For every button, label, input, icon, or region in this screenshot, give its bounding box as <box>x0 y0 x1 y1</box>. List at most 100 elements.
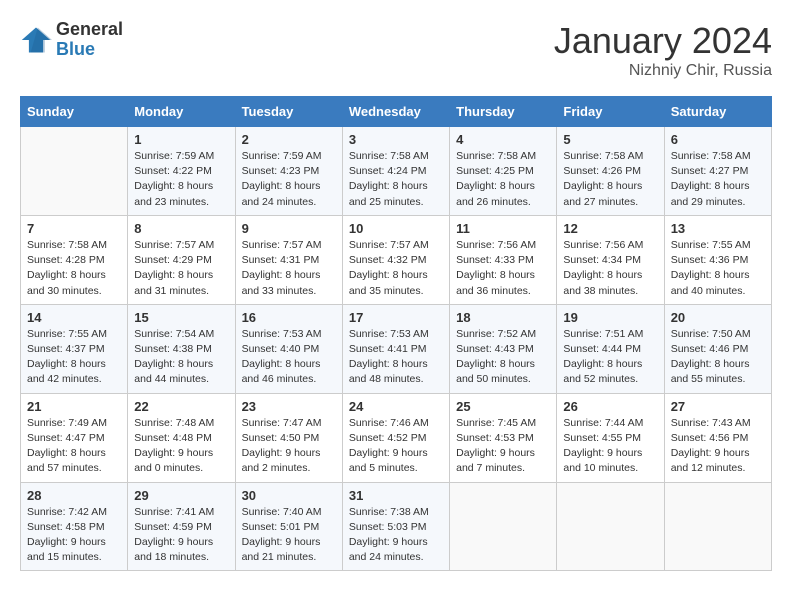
day-number: 16 <box>242 310 336 325</box>
calendar-cell: 29Sunrise: 7:41 AM Sunset: 4:59 PM Dayli… <box>128 482 235 571</box>
day-info: Sunrise: 7:49 AM Sunset: 4:47 PM Dayligh… <box>27 416 121 477</box>
day-info: Sunrise: 7:59 AM Sunset: 4:23 PM Dayligh… <box>242 149 336 210</box>
calendar-cell: 14 Sunrise: 7:55 AM Sunset: 4:37 PM Dayli… <box>21 304 128 393</box>
day-info: Sunrise: 7:55 AM Sunset: 4:36 PM Dayligh… <box>671 238 765 299</box>
day-number: 24 <box>349 399 443 414</box>
day-number: 19 <box>563 310 657 325</box>
calendar-cell: 15Sunrise: 7:54 AM Sunset: 4:38 PM Dayli… <box>128 304 235 393</box>
day-number: 22 <box>134 399 228 414</box>
logo-general: General <box>56 20 123 40</box>
day-number: 23 <box>242 399 336 414</box>
calendar-cell: 28 Sunrise: 7:42 AM Sunset: 4:58 PM Dayli… <box>21 482 128 571</box>
day-number: 20 <box>671 310 765 325</box>
day-number: 12 <box>563 221 657 236</box>
day-info: Sunrise: 7:53 AM Sunset: 4:40 PM Dayligh… <box>242 327 336 388</box>
day-info: Sunrise: 7:58 AM Sunset: 4:28 PM Dayligh… <box>27 238 121 299</box>
calendar-cell <box>664 482 771 571</box>
weekday-header: Wednesday <box>342 97 449 127</box>
weekday-header: Sunday <box>21 97 128 127</box>
day-info: Sunrise: 7:57 AM Sunset: 4:32 PM Dayligh… <box>349 238 443 299</box>
day-info: Sunrise: 7:56 AM Sunset: 4:34 PM Dayligh… <box>563 238 657 299</box>
day-number: 31 <box>349 488 443 503</box>
day-number: 18 <box>456 310 550 325</box>
page-header: General Blue January 2024 Nizhniy Chir, … <box>20 20 772 80</box>
calendar-cell <box>450 482 557 571</box>
day-info: Sunrise: 7:40 AM Sunset: 5:01 PM Dayligh… <box>242 505 336 566</box>
weekday-header: Thursday <box>450 97 557 127</box>
calendar-cell: 3Sunrise: 7:58 AM Sunset: 4:24 PM Daylig… <box>342 127 449 216</box>
weekday-header: Friday <box>557 97 664 127</box>
location: Nizhniy Chir, Russia <box>554 62 772 80</box>
day-info: Sunrise: 7:53 AM Sunset: 4:41 PM Dayligh… <box>349 327 443 388</box>
day-info: Sunrise: 7:52 AM Sunset: 4:43 PM Dayligh… <box>456 327 550 388</box>
calendar-week-row: 21 Sunrise: 7:49 AM Sunset: 4:47 PM Dayli… <box>21 393 772 482</box>
title-block: January 2024 Nizhniy Chir, Russia <box>554 20 772 80</box>
day-number: 8 <box>134 221 228 236</box>
calendar-cell: 19Sunrise: 7:51 AM Sunset: 4:44 PM Dayli… <box>557 304 664 393</box>
calendar-cell: 25 Sunrise: 7:45 AM Sunset: 4:53 PM Dayli… <box>450 393 557 482</box>
calendar-cell: 7 Sunrise: 7:58 AM Sunset: 4:28 PM Daylig… <box>21 215 128 304</box>
day-info: Sunrise: 7:59 AM Sunset: 4:22 PM Dayligh… <box>134 149 228 210</box>
day-info: Sunrise: 7:55 AM Sunset: 4:37 PM Dayligh… <box>27 327 121 388</box>
day-number: 26 <box>563 399 657 414</box>
day-number: 29 <box>134 488 228 503</box>
weekday-header: Tuesday <box>235 97 342 127</box>
day-info: Sunrise: 7:48 AM Sunset: 4:48 PM Dayligh… <box>134 416 228 477</box>
calendar-cell: 21 Sunrise: 7:49 AM Sunset: 4:47 PM Dayli… <box>21 393 128 482</box>
calendar-cell: 1 Sunrise: 7:59 AM Sunset: 4:22 PM Daylig… <box>128 127 235 216</box>
calendar-cell: 12 Sunrise: 7:56 AM Sunset: 4:34 PM Dayli… <box>557 215 664 304</box>
day-number: 15 <box>134 310 228 325</box>
logo: General Blue <box>20 20 123 60</box>
day-number: 21 <box>27 399 121 414</box>
calendar-cell: 20Sunrise: 7:50 AM Sunset: 4:46 PM Dayli… <box>664 304 771 393</box>
calendar-cell: 23 Sunrise: 7:47 AM Sunset: 4:50 PM Dayli… <box>235 393 342 482</box>
day-info: Sunrise: 7:57 AM Sunset: 4:31 PM Dayligh… <box>242 238 336 299</box>
day-number: 7 <box>27 221 121 236</box>
calendar-cell: 30Sunrise: 7:40 AM Sunset: 5:01 PM Dayli… <box>235 482 342 571</box>
day-info: Sunrise: 7:46 AM Sunset: 4:52 PM Dayligh… <box>349 416 443 477</box>
day-number: 11 <box>456 221 550 236</box>
calendar-cell: 18 Sunrise: 7:52 AM Sunset: 4:43 PM Dayli… <box>450 304 557 393</box>
day-number: 10 <box>349 221 443 236</box>
calendar-cell: 13 Sunrise: 7:55 AM Sunset: 4:36 PM Dayli… <box>664 215 771 304</box>
calendar-cell: 8 Sunrise: 7:57 AM Sunset: 4:29 PM Daylig… <box>128 215 235 304</box>
day-info: Sunrise: 7:57 AM Sunset: 4:29 PM Dayligh… <box>134 238 228 299</box>
weekday-header-row: SundayMondayTuesdayWednesdayThursdayFrid… <box>21 97 772 127</box>
calendar-cell: 16 Sunrise: 7:53 AM Sunset: 4:40 PM Dayli… <box>235 304 342 393</box>
day-number: 2 <box>242 132 336 147</box>
calendar-week-row: 1 Sunrise: 7:59 AM Sunset: 4:22 PM Daylig… <box>21 127 772 216</box>
day-number: 28 <box>27 488 121 503</box>
calendar-cell: 2 Sunrise: 7:59 AM Sunset: 4:23 PM Daylig… <box>235 127 342 216</box>
day-number: 5 <box>563 132 657 147</box>
day-info: Sunrise: 7:42 AM Sunset: 4:58 PM Dayligh… <box>27 505 121 566</box>
calendar-week-row: 14 Sunrise: 7:55 AM Sunset: 4:37 PM Dayli… <box>21 304 772 393</box>
calendar-cell <box>21 127 128 216</box>
day-info: Sunrise: 7:58 AM Sunset: 4:27 PM Dayligh… <box>671 149 765 210</box>
day-number: 9 <box>242 221 336 236</box>
calendar-cell: 4Sunrise: 7:58 AM Sunset: 4:25 PM Daylig… <box>450 127 557 216</box>
calendar-cell: 24 Sunrise: 7:46 AM Sunset: 4:52 PM Dayli… <box>342 393 449 482</box>
day-number: 14 <box>27 310 121 325</box>
logo-text: General Blue <box>56 20 123 60</box>
calendar-cell: 27Sunrise: 7:43 AM Sunset: 4:56 PM Dayli… <box>664 393 771 482</box>
calendar-cell: 10 Sunrise: 7:57 AM Sunset: 4:32 PM Dayli… <box>342 215 449 304</box>
day-number: 13 <box>671 221 765 236</box>
day-number: 6 <box>671 132 765 147</box>
calendar-week-row: 28 Sunrise: 7:42 AM Sunset: 4:58 PM Dayli… <box>21 482 772 571</box>
day-info: Sunrise: 7:45 AM Sunset: 4:53 PM Dayligh… <box>456 416 550 477</box>
day-info: Sunrise: 7:58 AM Sunset: 4:24 PM Dayligh… <box>349 149 443 210</box>
day-number: 25 <box>456 399 550 414</box>
day-info: Sunrise: 7:43 AM Sunset: 4:56 PM Dayligh… <box>671 416 765 477</box>
month-year: January 2024 <box>554 20 772 62</box>
calendar-cell: 6 Sunrise: 7:58 AM Sunset: 4:27 PM Daylig… <box>664 127 771 216</box>
day-number: 1 <box>134 132 228 147</box>
day-info: Sunrise: 7:47 AM Sunset: 4:50 PM Dayligh… <box>242 416 336 477</box>
calendar-table: SundayMondayTuesdayWednesdayThursdayFrid… <box>20 96 772 571</box>
day-info: Sunrise: 7:44 AM Sunset: 4:55 PM Dayligh… <box>563 416 657 477</box>
calendar-week-row: 7 Sunrise: 7:58 AM Sunset: 4:28 PM Daylig… <box>21 215 772 304</box>
logo-icon <box>20 24 52 56</box>
day-number: 17 <box>349 310 443 325</box>
day-info: Sunrise: 7:58 AM Sunset: 4:25 PM Dayligh… <box>456 149 550 210</box>
weekday-header: Saturday <box>664 97 771 127</box>
calendar-cell: 5Sunrise: 7:58 AM Sunset: 4:26 PM Daylig… <box>557 127 664 216</box>
